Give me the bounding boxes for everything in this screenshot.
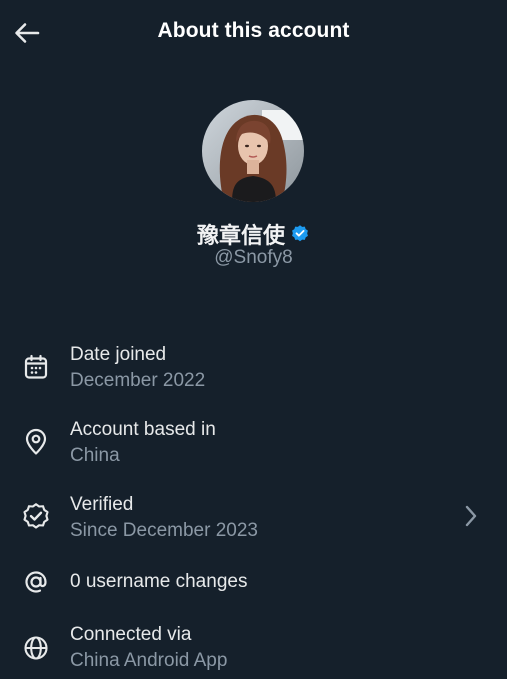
display-name: 豫章信使	[196, 224, 285, 249]
detail-value: China	[70, 445, 120, 466]
at-sign-icon	[20, 566, 52, 598]
detail-row-date-joined: Date joined December 2022	[0, 340, 507, 396]
calendar-icon	[20, 351, 52, 383]
top-bar: About this account	[0, 0, 507, 66]
verified-icon	[20, 501, 52, 533]
detail-row-username-changes: 0 username changes	[0, 565, 507, 601]
detail-row-connected-via: Connected via China Android App	[0, 621, 507, 677]
page-title: About this account	[157, 19, 350, 42]
detail-label: Date joined	[70, 344, 167, 365]
verified-badge-icon	[290, 224, 310, 244]
avatar[interactable]	[202, 100, 304, 202]
detail-label: Connected via	[70, 624, 192, 645]
profile-name: 豫章信使	[0, 218, 507, 250]
detail-row-account-based-in: Account based in China	[0, 415, 507, 471]
username-handle: @Snofy8	[214, 247, 293, 268]
globe-icon	[20, 632, 52, 664]
chevron-right-icon	[461, 503, 481, 529]
detail-value: December 2022	[70, 370, 206, 391]
detail-label: Verified	[70, 494, 134, 515]
detail-value: China Android App	[70, 650, 228, 671]
detail-label: 0 username changes	[70, 571, 248, 592]
detail-value: Since December 2023	[70, 520, 258, 541]
location-pin-icon	[20, 426, 52, 458]
detail-row-verified[interactable]: Verified Since December 2023	[0, 490, 507, 546]
detail-label: Account based in	[70, 419, 216, 440]
